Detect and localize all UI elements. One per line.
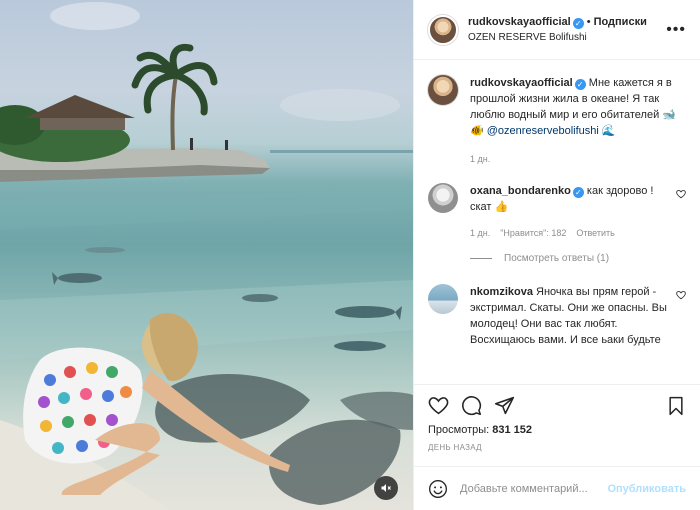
heart-icon[interactable] [676, 290, 686, 300]
avatar[interactable] [428, 183, 458, 213]
avatar[interactable] [428, 14, 458, 45]
post-sidebar: rudkovskayaofficial ✓ • Подписки OZEN RESER… [413, 0, 700, 510]
comment-input[interactable] [460, 482, 600, 495]
verified-icon: ✓ [572, 187, 584, 198]
mute-button[interactable] [374, 476, 398, 500]
comment-username[interactable]: nkomzikova [470, 286, 533, 298]
caption-time[interactable]: 1 дн. [470, 151, 490, 167]
caption-username[interactable]: rudkovskayaofficial [470, 77, 573, 89]
share-icon[interactable] [494, 395, 515, 416]
comment-likes[interactable]: "Нравится": 182 [500, 225, 566, 241]
post-actions: Просмотры: 831 152 ДЕНЬ НАЗАД [414, 384, 700, 452]
comment-icon[interactable] [461, 395, 482, 416]
publish-button[interactable]: Опубликовать [607, 483, 686, 495]
divider [470, 258, 492, 259]
verified-icon: ✓ [574, 79, 586, 90]
beach-scene-image [0, 2, 413, 510]
follow-button[interactable]: Подписки [594, 16, 647, 28]
views-value: 831 152 [492, 424, 533, 436]
author-username[interactable]: rudkovskayaofficial [468, 16, 571, 28]
comment-meta: 1 дн. "Нравится": 182 Ответить [470, 225, 670, 241]
reply-button[interactable]: Ответить [576, 225, 614, 241]
post-video[interactable] [0, 0, 413, 510]
comment-username[interactable]: oxana_bondarenko [470, 185, 571, 197]
more-options-icon[interactable]: ••• [666, 21, 686, 37]
heart-icon[interactable] [428, 395, 449, 416]
avatar[interactable] [428, 75, 458, 105]
comment-body: oxana_bondarenko ✓ как здорово ! скат 👍 1… [470, 183, 670, 241]
view-replies-label: Посмотреть ответы (1) [504, 253, 610, 264]
comment-body: nkomzikova Яночка вы прям герой - экстри… [470, 284, 670, 348]
post-date[interactable]: ДЕНЬ НАЗАД [428, 443, 686, 452]
post-author-info: rudkovskayaofficial ✓ • Подписки OZEN RESER… [468, 15, 647, 45]
separator-dot: • [586, 15, 591, 28]
list-item: oxana_bondarenko ✓ как здорово ! скат 👍 1… [428, 183, 686, 241]
add-comment-bar: Опубликовать [414, 466, 700, 510]
bookmark-icon[interactable] [666, 396, 686, 416]
list-item: nkomzikova Яночка вы прям герой - экстри… [428, 284, 686, 348]
caption-meta: 1 дн. [470, 151, 686, 167]
emoji-icon[interactable] [428, 479, 448, 499]
post-header: rudkovskayaofficial ✓ • Подписки OZEN RESER… [414, 0, 700, 60]
mute-icon [381, 484, 391, 492]
views-label: Просмотры: [428, 424, 490, 436]
heart-icon[interactable] [676, 189, 686, 199]
views-count[interactable]: Просмотры: 831 152 [428, 424, 686, 436]
verified-icon: ✓ [572, 17, 584, 29]
avatar[interactable] [428, 284, 458, 314]
caption: rudkovskayaofficial ✓ Мне кажется я в про… [428, 75, 686, 167]
action-bar [428, 395, 686, 416]
mention-link[interactable]: @ozenreservebolifushi [487, 125, 599, 137]
caption-body: rudkovskayaofficial ✓ Мне кажется я в про… [470, 75, 686, 167]
comment-time[interactable]: 1 дн. [470, 225, 490, 241]
comments-list[interactable]: rudkovskayaofficial ✓ Мне кажется я в про… [414, 61, 700, 384]
caption-emoji: 🌊 [601, 125, 616, 137]
post-location[interactable]: OZEN RESERVE Bolifushi [468, 30, 647, 45]
view-replies-button[interactable]: Посмотреть ответы (1) [470, 253, 686, 264]
